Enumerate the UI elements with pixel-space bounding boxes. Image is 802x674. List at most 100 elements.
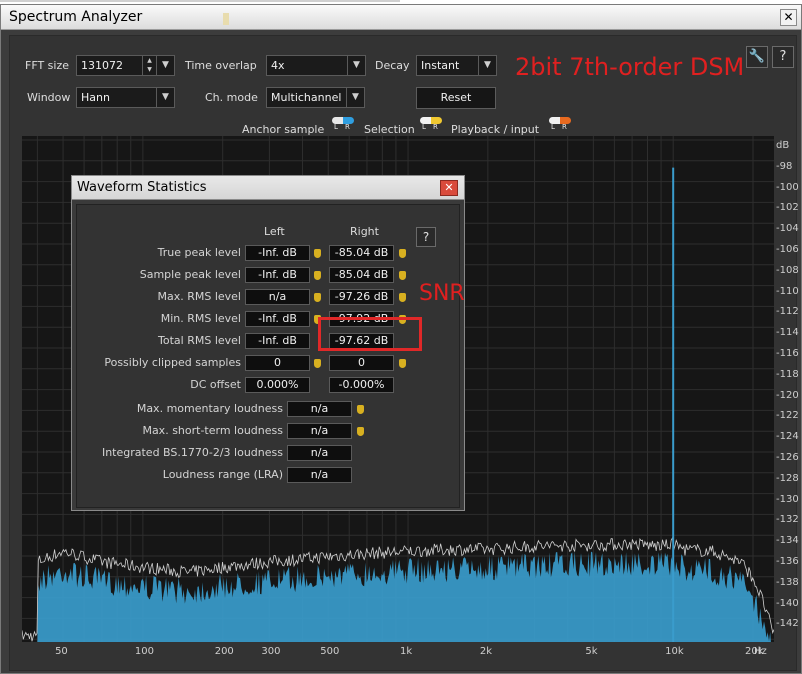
stats-row-label: Max. RMS level [157,290,241,303]
stats-row-label: Possibly clipped samples [104,356,241,369]
decay-select[interactable]: Instant ▼ [416,55,497,76]
stats-close-icon[interactable]: ✕ [440,180,458,196]
time-overlap-select[interactable]: 4x ▼ [266,55,366,76]
fft-size-value: 131072 [81,59,123,72]
window-fn-select[interactable]: Hann ▼ [76,87,175,108]
marker-pin-icon[interactable] [399,249,406,258]
chevron-down-icon[interactable]: ▼ [478,56,496,75]
left-channel-mark: L [551,123,555,131]
y-tick-label: -110 [776,285,799,297]
ch-mode-select[interactable]: Multichannel ▼ [266,87,365,108]
y-tick-label: -104 [776,223,799,235]
y-tick-label: -128 [776,472,799,484]
stats-right-value: -85.04 dB [329,245,394,261]
chevron-down-icon[interactable]: ▼ [156,56,174,75]
x-tick-label: 50 [55,646,68,657]
selection-swatch: L R [420,117,442,131]
stats-row-label: True peak level [157,246,241,259]
x-tick-label: 5k [585,646,598,657]
loudness-value: n/a [287,445,352,461]
stats-right-value: -85.04 dB [329,267,394,283]
y-tick-label: -116 [776,348,799,359]
x-tick-label: 200 [214,646,234,657]
y-tick-label: -134 [776,535,799,547]
time-overlap-label: Time overlap [185,59,257,72]
stats-left-value: -Inf. dB [245,333,310,349]
x-tick-label: 1k [400,646,413,657]
y-tick-label: -124 [776,431,799,443]
decay-label: Decay [375,59,410,72]
marker-pin-icon[interactable] [357,427,364,436]
marker-pin-icon[interactable] [314,271,321,280]
loudness-row-label: Max. momentary loudness [136,402,283,415]
stats-row-label: Total RMS level [158,334,241,347]
stats-left-value: 0.000% [245,377,310,393]
right-column-header: Right [350,225,379,238]
stats-help-icon[interactable]: ? [416,227,436,247]
marker-pin-icon[interactable] [399,359,406,368]
stats-left-value: -Inf. dB [245,245,310,261]
annotation-title: 2bit 7th-order DSM [515,53,745,81]
y-tick-label: -112 [776,306,799,318]
anchor-sample-swatch: L R [332,117,354,131]
selection-label: Selection [364,123,415,136]
fft-size-select[interactable]: 131072 ▲ ▼ ▼ [76,55,175,76]
marker-pin-icon[interactable] [357,405,364,414]
wrench-icon[interactable]: 🔧 [746,46,768,68]
y-tick-label: -120 [776,389,799,401]
marker-pin-icon[interactable] [314,293,321,302]
x-tick-label: 2k [479,646,492,657]
marker-pin-icon[interactable] [314,249,321,258]
chevron-down-icon[interactable]: ▼ [156,88,174,107]
x-tick-label: 10k [665,646,684,657]
marker-pin-icon[interactable] [399,293,406,302]
y-tick-label: -138 [776,576,799,588]
time-overlap-value: 4x [271,59,285,72]
y-tick-label: -130 [776,493,799,505]
ch-mode-value: Multichannel [271,91,342,104]
y-tick-label: -106 [776,244,799,255]
chevron-down-icon[interactable]: ▼ [346,88,364,107]
stats-body: Left Right ? True peak level -Inf. dB -85.… [76,204,460,508]
loudness-value: n/a [287,401,352,417]
y-tick-label: -122 [776,410,799,422]
right-channel-mark: R [562,123,567,131]
marker-pin-icon[interactable] [399,271,406,280]
y-tick-label: -118 [776,368,799,380]
stats-right-value: -97.26 dB [329,289,394,305]
fft-size-label: FFT size [25,59,70,72]
left-channel-mark: L [422,123,426,131]
stats-left-value: -Inf. dB [245,267,310,283]
y-tick-label: -108 [776,264,799,276]
decay-value: Instant [421,59,460,72]
stats-row-label: DC offset [190,378,241,391]
playback-input-label: Playback / input [451,123,540,136]
right-channel-mark: R [345,123,350,131]
y-tick-label: -132 [776,514,799,526]
loudness-row-label: Integrated BS.1770-2/3 loudness [101,446,283,459]
window-fn-label: Window [27,91,71,104]
stats-right-value: -0.000% [329,377,394,393]
reset-button[interactable]: Reset [416,87,496,109]
stats-left-value: 0 [245,355,310,371]
title-bar-marker [223,13,229,25]
stats-title-bar[interactable]: Waveform Statistics ✕ [72,176,464,200]
stats-title: Waveform Statistics [77,180,207,195]
loudness-row-label: Loudness range (LRA) [162,468,283,481]
window-close-icon[interactable]: ✕ [780,9,797,26]
marker-pin-icon[interactable] [314,359,321,368]
loudness-value: n/a [287,423,352,439]
chevron-down-icon[interactable]: ▼ [347,56,365,75]
x-tick-label: 500 [320,646,340,657]
y-tick-label: dB [776,140,790,151]
spectrum-area [22,551,774,642]
fft-size-stepper-icon[interactable]: ▲ ▼ [142,56,156,75]
stats-row-label: Sample peak level [139,268,241,281]
stats-row-label: Min. RMS level [160,312,241,325]
window-fn-value: Hann [81,91,110,104]
stats-left-value: n/a [245,289,310,305]
spectrum-analyzer-window: Spectrum Analyzer ✕ FFT size 131072 ▲ ▼ ▼… [0,4,802,674]
help-icon[interactable]: ? [772,46,794,68]
y-tick-label: -100 [776,181,799,193]
title-bar[interactable]: Spectrum Analyzer ✕ [1,5,801,30]
